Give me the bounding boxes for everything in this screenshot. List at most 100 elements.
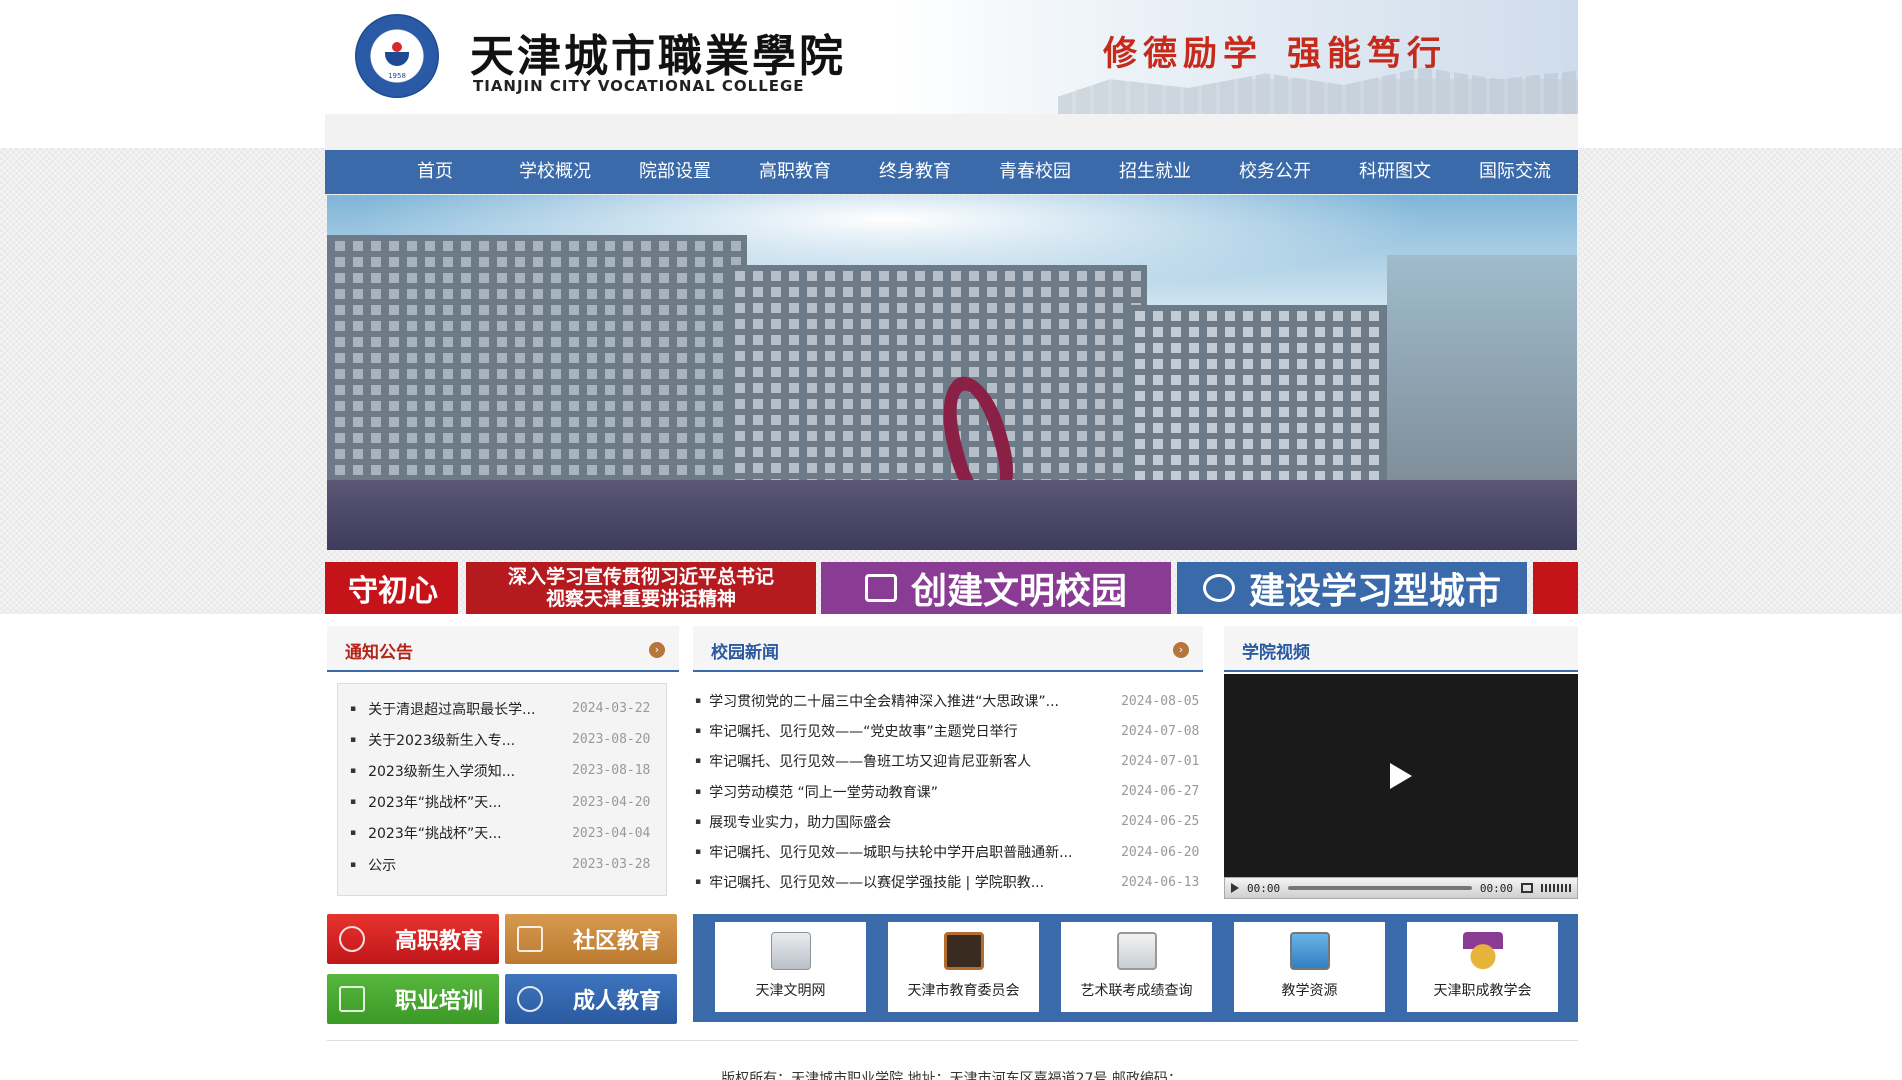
tile-label: 职业培训: [395, 989, 484, 1014]
notice-date: 2023-04-04: [572, 825, 651, 841]
fullscreen-icon[interactable]: [1521, 883, 1533, 893]
page-container: 1958 天津城市職業學院 TIANJIN CITY VOCATIONAL CO…: [325, 0, 1578, 1080]
video-header: 学院视频: [1224, 626, 1578, 672]
notices-header: 通知公告 ›: [327, 626, 679, 672]
list-item[interactable]: 公示 2023-03-28: [350, 849, 658, 880]
notice-title: 公示: [368, 857, 397, 874]
banner-building-left: [327, 235, 747, 485]
banner-building-center: [727, 265, 1147, 485]
promo-initial-mission[interactable]: 守初心: [325, 562, 458, 614]
school-logo[interactable]: 1958: [355, 14, 439, 98]
list-item[interactable]: 牢记嘱托、见行见效——鲁班工坊又迎肯尼亚新客人 2024-07-01: [693, 746, 1203, 776]
news-item-date: 2024-06-13: [1121, 874, 1200, 890]
footer-copyright: 版权所有：天津城市职业学院 地址：天津市河东区嘉福道27号 邮政编码：: [721, 1071, 1182, 1080]
notice-title: 2023级新生入学须知...: [368, 763, 516, 780]
promo-civilized-label: 创建文明校园: [910, 571, 1127, 612]
notice-title: 2023年“挑战杯”天...: [368, 826, 502, 843]
news-list: 学习贯彻党的二十届三中全会精神深入推进“大思政课”... 2024-08-05 牢…: [693, 686, 1203, 897]
notice-date: 2024-03-22: [572, 701, 651, 717]
expand-icon: [339, 986, 365, 1012]
list-item[interactable]: 关于2023级新生入专... 2023-08-20: [350, 724, 658, 755]
news-item-title: 牢记嘱托、见行见效——鲁班工坊又迎肯尼亚新客人: [709, 754, 1032, 771]
link-teaching-resources[interactable]: 教学资源: [1234, 922, 1385, 1012]
nav-item-international[interactable]: 国际交流: [1455, 150, 1575, 194]
link-label: 天津文明网: [755, 983, 826, 999]
news-item-date: 2024-06-20: [1121, 844, 1200, 860]
logo-emblem-icon: [377, 36, 417, 76]
list-item[interactable]: 关于清退超过高职最长学... 2024-03-22: [350, 693, 658, 724]
promo-study-spirit[interactable]: 深入学习宣传贯彻习近平总书记 视察天津重要讲话精神: [466, 562, 816, 614]
notices-more-icon[interactable]: ›: [649, 642, 665, 658]
list-item[interactable]: 牢记嘱托、见行见效——“党史故事”主题党日举行 2024-07-08: [693, 716, 1203, 746]
nav-item-overview[interactable]: 学校概况: [495, 150, 615, 194]
school-name-cn: 天津城市職業學院: [470, 31, 846, 82]
tile-adult-education[interactable]: 成人教育: [505, 974, 677, 1024]
link-label: 天津职成教学会: [1433, 983, 1532, 999]
banner-plaza: [327, 480, 1577, 550]
medal-icon: [1462, 932, 1503, 970]
link-art-exam-scores[interactable]: 艺术联考成绩查询: [1061, 922, 1212, 1012]
video-player[interactable]: [1224, 674, 1578, 877]
promo-study-line-1: 深入学习宣传贯彻习近平总书记: [507, 566, 774, 588]
nav-item-home[interactable]: 首页: [375, 150, 495, 194]
hero-banner[interactable]: [327, 195, 1577, 550]
news-item-title: 牢记嘱托、见行见效——以赛促学强技能 | 学院职教...: [709, 875, 1045, 892]
school-name-en: TIANJIN CITY VOCATIONAL COLLEGE: [473, 77, 805, 95]
promo-learning-city[interactable]: 建设学习型城市: [1177, 562, 1527, 614]
news-item-date: 2024-07-01: [1121, 753, 1200, 769]
list-item[interactable]: 2023级新生入学须知... 2023-08-18: [350, 755, 658, 786]
nav-item-affairs[interactable]: 校务公开: [1215, 150, 1335, 194]
news-item-title: 牢记嘱托、见行见效——“党史故事”主题党日举行: [709, 724, 1018, 741]
link-vocational-society[interactable]: 天津职成教学会: [1407, 922, 1558, 1012]
tile-label: 高职教育: [395, 929, 484, 954]
nav-item-admissions[interactable]: 招生就业: [1095, 150, 1215, 194]
news-item-title: 牢记嘱托、见行见效——城职与扶轮中学开启职普融通新...: [709, 845, 1073, 862]
tile-higher-vocational[interactable]: 高职教育: [327, 914, 499, 964]
video-panel: 学院视频 00:00 00:00: [1224, 626, 1578, 906]
tile-label: 成人教育: [573, 989, 662, 1014]
nav-item-lifelong[interactable]: 终身教育: [855, 150, 975, 194]
footer-divider: [327, 1040, 1578, 1041]
nav-item-campus-life[interactable]: 青春校园: [975, 150, 1095, 194]
link-tianjin-civilization[interactable]: 天津文明网: [715, 922, 866, 1012]
video-time-total: 00:00: [1479, 881, 1513, 895]
list-item[interactable]: 2023年“挑战杯”天... 2023-04-04: [350, 818, 658, 849]
news-item-date: 2024-07-08: [1121, 723, 1200, 739]
screen-icon: [1116, 932, 1157, 970]
promo-civilized-campus[interactable]: 创建文明校园: [821, 562, 1171, 614]
list-item[interactable]: 学习贯彻党的二十届三中全会精神深入推进“大思政课”... 2024-08-05: [693, 686, 1203, 716]
nav-item-departments[interactable]: 院部设置: [615, 150, 735, 194]
tile-vocational-training[interactable]: 职业培训: [327, 974, 499, 1024]
document-icon: [770, 932, 811, 970]
list-item[interactable]: 展现专业实力，助力国际盛会 2024-06-25: [693, 807, 1203, 837]
tile-community-education[interactable]: 社区教育: [505, 914, 677, 964]
notice-date: 2023-04-20: [572, 794, 651, 810]
header-strip: [325, 114, 1578, 150]
video-progress-bar[interactable]: [1288, 886, 1472, 890]
news-title: 校园新闻: [711, 643, 779, 663]
video-title: 学院视频: [1242, 643, 1310, 663]
notices-title: 通知公告: [345, 643, 413, 663]
video-controls: 00:00 00:00: [1224, 877, 1578, 899]
nav-item-higher-vocational[interactable]: 高职教育: [735, 150, 855, 194]
list-item[interactable]: 学习劳动模范 “同上一堂劳动教育课” 2024-06-27: [693, 777, 1203, 807]
tile-label: 社区教育: [573, 929, 662, 954]
list-item[interactable]: 牢记嘱托、见行见效——城职与扶轮中学开启职普融通新... 2024-06-20: [693, 837, 1203, 867]
news-item-date: 2024-06-27: [1121, 784, 1200, 800]
list-item[interactable]: 2023年“挑战杯”天... 2023-04-20: [350, 787, 658, 818]
list-item[interactable]: 牢记嘱托、见行见效——以赛促学强技能 | 学院职教... 2024-06-13: [693, 867, 1203, 897]
news-header: 校园新闻 ›: [693, 626, 1203, 672]
play-button-icon[interactable]: [1231, 883, 1239, 893]
monitor-icon: [1289, 932, 1330, 970]
speaker-icon: [1202, 574, 1235, 602]
news-more-icon[interactable]: ›: [1173, 642, 1189, 658]
notices-panel: 通知公告 › 关于清退超过高职最长学... 2024-03-22 关于2023级新…: [327, 626, 679, 906]
play-icon[interactable]: [1390, 762, 1412, 789]
volume-icon[interactable]: [1541, 884, 1571, 892]
quick-links: 天津文明网 天津市教育委员会 艺术联考成绩查询 教学资源 天津职成教学会: [693, 914, 1578, 1022]
nav-item-research[interactable]: 科研图文: [1335, 150, 1455, 194]
link-education-commission[interactable]: 天津市教育委员会: [888, 922, 1039, 1012]
promo-next-partial[interactable]: [1533, 562, 1578, 614]
news-item-title: 展现专业实力，助力国际盛会: [709, 814, 892, 831]
site-header: 1958 天津城市職業學院 TIANJIN CITY VOCATIONAL CO…: [325, 0, 1578, 114]
